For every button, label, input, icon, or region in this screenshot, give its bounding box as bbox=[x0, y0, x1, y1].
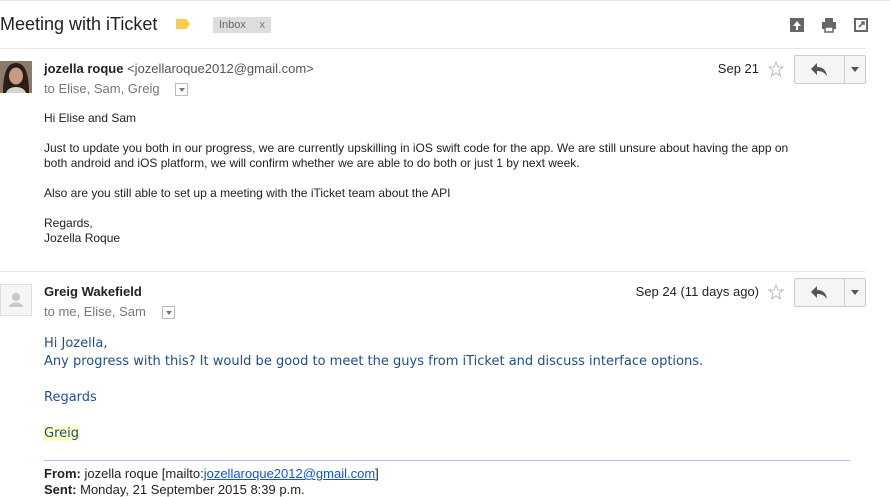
sender-name[interactable]: Greig Wakefield bbox=[44, 284, 142, 299]
avatar-photo-icon bbox=[0, 61, 32, 93]
sign-off: Regards, bbox=[44, 216, 93, 230]
more-actions-button[interactable] bbox=[845, 55, 866, 84]
inbox-label-text: Inbox bbox=[219, 19, 246, 31]
quoted-divider bbox=[44, 460, 850, 461]
body-line: both android and iOS platform, we will c… bbox=[44, 156, 580, 170]
signature: Greig bbox=[44, 425, 79, 443]
reply-icon bbox=[811, 286, 827, 299]
default-avatar-icon bbox=[0, 284, 32, 316]
body-line: Any progress with this? It would be good… bbox=[44, 354, 704, 369]
more-actions-button[interactable] bbox=[845, 278, 866, 307]
email-subject: Meeting with iTicket bbox=[0, 14, 158, 34]
star-icon[interactable] bbox=[768, 61, 784, 77]
inbox-label-chip: Inbox x bbox=[213, 17, 271, 33]
body-line: Also are you still able to set up a meet… bbox=[44, 186, 451, 200]
label-tag-icon[interactable] bbox=[176, 19, 190, 29]
print-icon[interactable] bbox=[821, 17, 837, 33]
show-details-dropdown[interactable] bbox=[162, 306, 175, 319]
signature-name: Greig bbox=[44, 426, 79, 441]
quoted-from-email-link[interactable]: jozellaroque2012@gmail.com bbox=[204, 466, 375, 481]
reply-icon bbox=[811, 63, 827, 76]
signature: Jozella Roque bbox=[44, 231, 121, 245]
star-icon[interactable] bbox=[768, 284, 784, 300]
quoted-from-name: jozella roque [mailto: bbox=[84, 466, 204, 481]
archive-icon[interactable] bbox=[789, 17, 805, 33]
greeting: Hi Jozella, bbox=[44, 336, 108, 351]
quoted-from: From: jozella roque [mailto:jozellaroque… bbox=[44, 466, 379, 481]
quoted-from-close: ] bbox=[375, 466, 379, 481]
message-date: Sep 21 bbox=[717, 61, 759, 76]
greeting: Hi Elise and Sam bbox=[44, 111, 137, 125]
message-divider bbox=[0, 271, 865, 272]
recipients: to me, Elise, Sam bbox=[44, 304, 146, 319]
show-details-dropdown[interactable] bbox=[175, 83, 188, 96]
header-divider bbox=[0, 48, 865, 49]
body-line: Just to update you both in our progress,… bbox=[44, 141, 789, 155]
sender-email: <jozellaroque2012@gmail.com> bbox=[127, 61, 314, 76]
reply-button[interactable] bbox=[794, 278, 845, 307]
recipients: to Elise, Sam, Greig bbox=[44, 81, 160, 96]
new-window-icon[interactable] bbox=[853, 17, 869, 33]
top-border bbox=[0, 0, 890, 1]
remove-label-button[interactable]: x bbox=[260, 17, 266, 33]
sender-name[interactable]: jozella roque <jozellaroque2012@gmail.co… bbox=[44, 61, 314, 76]
message-date: Sep 24 (11 days ago) bbox=[635, 284, 759, 299]
reply-button[interactable] bbox=[794, 55, 845, 84]
sender-name-text: jozella roque bbox=[44, 61, 124, 76]
quoted-from-label: From: bbox=[44, 466, 81, 481]
avatar[interactable] bbox=[0, 61, 32, 93]
sign-off: Regards bbox=[44, 390, 97, 405]
avatar[interactable] bbox=[0, 284, 32, 316]
